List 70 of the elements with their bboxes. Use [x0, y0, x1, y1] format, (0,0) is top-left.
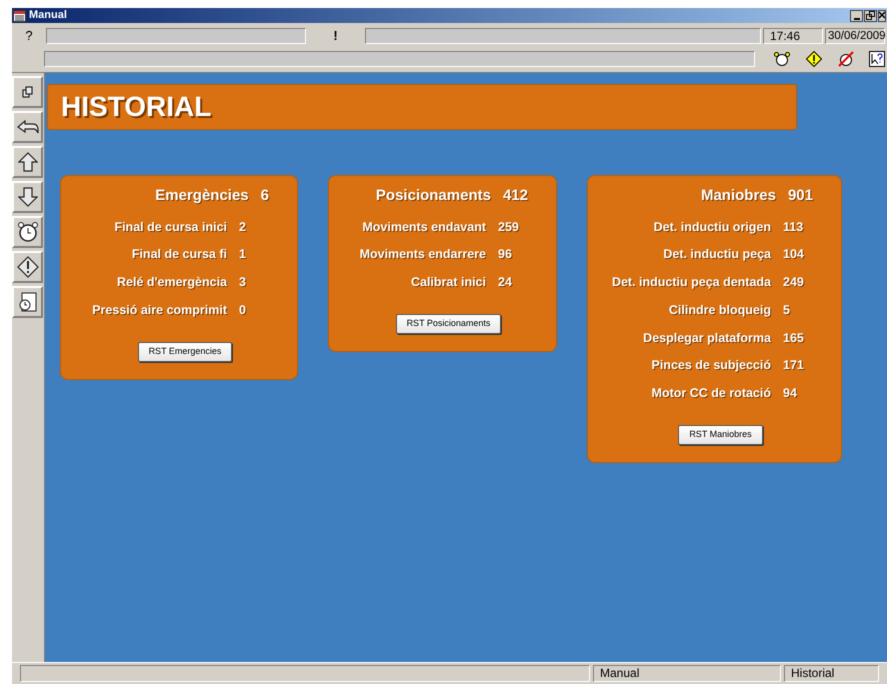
time-display: 17:46 — [763, 28, 823, 44]
minimize-icon — [854, 18, 860, 20]
restore-icon — [866, 10, 875, 20]
warning-icon[interactable] — [805, 51, 823, 67]
screen-status: Historial — [784, 665, 879, 682]
counter-label: Det. inductiu peça dentada — [612, 274, 771, 291]
counter-value: 2 — [239, 218, 247, 236]
minimize-button[interactable] — [850, 10, 863, 22]
side-toolbar-button[interactable] — [12, 76, 43, 108]
card-total: 6 — [260, 186, 269, 206]
counter-label: Moviments endarrere — [360, 246, 486, 264]
report-icon — [16, 291, 38, 313]
up-arrow-icon — [18, 152, 38, 172]
alarm-clock-icon[interactable] — [773, 51, 791, 67]
counter-label: Det. inductiu peça — [662, 246, 771, 264]
warning-icon — [16, 256, 38, 278]
counter-value: 1 — [239, 246, 247, 264]
back-arrow-icon — [16, 119, 38, 135]
card-total: 901 — [788, 186, 813, 206]
card-title: Maniobres — [700, 186, 776, 206]
help-pointer-icon[interactable] — [869, 51, 885, 67]
side-toolbar-button[interactable] — [12, 146, 43, 178]
side-toolbar-button[interactable] — [12, 181, 43, 213]
help-glyph: ? — [24, 27, 34, 46]
counter-value: 113 — [783, 218, 804, 236]
restore-button[interactable] — [864, 10, 877, 22]
alarm-off-icon[interactable] — [837, 51, 855, 67]
counter-value: 249 — [783, 274, 805, 291]
counter-label: Motor CC de rotació — [650, 385, 771, 402]
counter-value: 165 — [783, 330, 805, 346]
counter-value: 104 — [783, 246, 805, 264]
counter-value: 94 — [783, 385, 798, 402]
counter-label: Relé d'emergència — [116, 274, 227, 291]
reset-button[interactable]: RST Maniobres — [678, 424, 763, 445]
date-display: 30/06/2009 — [825, 28, 885, 44]
counter-value: 259 — [498, 218, 520, 236]
counter-label: Pinces de subjecció — [650, 357, 771, 374]
counter-label: Moviments endavant — [361, 218, 486, 236]
reset-button[interactable]: RST Emergencies — [138, 342, 232, 362]
side-toolbar-button[interactable] — [12, 111, 43, 143]
counter-value: 24 — [498, 274, 513, 291]
card-total: 412 — [502, 186, 528, 206]
counter-label: Pressió aire comprimit — [92, 302, 227, 319]
mode-status: Manual — [593, 665, 781, 682]
down-arrow-icon — [18, 187, 38, 207]
page-title: HISTORIAL — [61, 90, 212, 124]
close-icon — [879, 10, 885, 18]
counter-label: Det. inductiu origen — [652, 218, 771, 236]
window-title: Manual — [29, 8, 67, 24]
side-toolbar-button[interactable] — [12, 286, 43, 318]
windows-icon — [22, 86, 34, 98]
counter-label: Calibrat inici — [410, 274, 486, 291]
close-button[interactable] — [878, 10, 886, 22]
counter-value: 96 — [498, 246, 513, 264]
counter-value: 171 — [783, 357, 805, 374]
counter-value: 3 — [239, 274, 247, 291]
card-title: Posicionaments — [376, 186, 491, 206]
reset-button[interactable]: RST Posicionaments — [396, 314, 502, 334]
counter-label: Final de cursa inici — [113, 218, 227, 236]
side-toolbar-button[interactable] — [12, 216, 43, 248]
counter-value: 0 — [239, 302, 247, 319]
counter-label: Cilindre bloqueig — [668, 302, 771, 319]
app-icon — [13, 10, 26, 22]
counter-label: Desplegar plataforma — [642, 330, 771, 347]
card-title: Emergències — [155, 186, 249, 206]
alert-glyph: ! — [332, 27, 339, 46]
counter-label: Final de cursa fi — [130, 246, 227, 264]
side-toolbar-button[interactable] — [12, 251, 43, 283]
counter-value: 5 — [783, 302, 791, 319]
alarm-clock-icon — [16, 221, 38, 243]
